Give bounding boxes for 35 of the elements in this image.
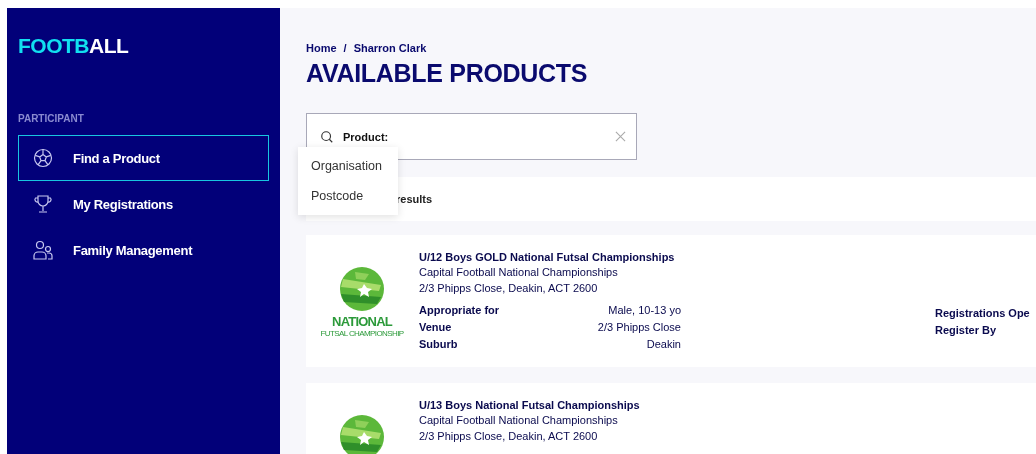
detail-value: 2/3 Phipps Close [597, 320, 681, 335]
ball-logo-icon [337, 412, 387, 454]
search-field[interactable]: Product: [306, 113, 637, 160]
product-title[interactable]: U/13 Boys National Futsal Championships [419, 398, 681, 412]
breadcrumb-separator: / [343, 42, 347, 54]
dropdown-option[interactable]: Postcode [298, 181, 398, 211]
detail-label: Appropriate for [419, 303, 501, 318]
logo: FOOTBALL [18, 34, 130, 58]
trophy-icon [33, 194, 53, 214]
search-icon [320, 129, 334, 144]
organisation-name: Capital Football National Championships [419, 265, 619, 280]
logo-subtext: FUTSAL CHAMPIONSHIP [320, 329, 404, 338]
address: 2/3 Phipps Close, Deakin, ACT 2600 [419, 429, 599, 444]
breadcrumb-link[interactable]: Sharron Clark [353, 42, 427, 54]
organisation-name: Capital Football National Championships [419, 413, 619, 428]
detail-label: Registrations Ope [935, 306, 1030, 321]
section-label: PARTICIPANT [18, 113, 85, 124]
detail-value: Deakin [645, 337, 681, 352]
detail-label: Venue [419, 320, 453, 335]
product-card[interactable]: U/13 Boys National Futsal Championships Capital Football National Championships 2/3 Phipps Close, Deakin, ACT 2600 [306, 383, 1036, 454]
sidebar-item[interactable]: Find a Product [18, 135, 269, 181]
detail-label: Suburb [419, 337, 459, 352]
product-card[interactable] [306, 235, 1036, 367]
product-title[interactable]: U/12 Boys GOLD National Futsal Championships [419, 250, 681, 264]
soccer-ball-icon [33, 148, 53, 168]
ball-logo-icon [337, 264, 387, 314]
people-icon [33, 240, 53, 260]
sidebar-item[interactable]: Family Management [18, 227, 269, 273]
page-title: AVAILABLE PRODUCTS [306, 58, 589, 88]
sidebar-item[interactable]: My Registrations [18, 181, 269, 227]
logo-text: NATIONAL [332, 314, 392, 329]
breadcrumb-link[interactable]: Home [306, 42, 337, 54]
address: 2/3 Phipps Close, Deakin, ACT 2600 [419, 281, 599, 296]
detail-value: Male, 10-13 yo [607, 303, 681, 318]
detail-label: Register By [935, 323, 998, 338]
